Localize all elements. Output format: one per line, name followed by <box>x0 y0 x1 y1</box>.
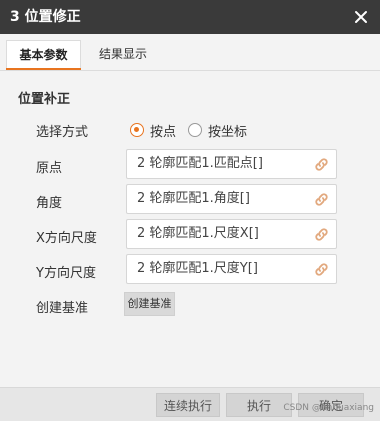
angle-label: 角度 <box>36 196 63 211</box>
x-scale-label: X方向尺度 <box>36 231 97 246</box>
create-base-label: 创建基准 <box>36 301 89 316</box>
radio-by-coordinate[interactable]: 按坐标 <box>188 120 247 140</box>
link-icon[interactable] <box>313 226 330 243</box>
radio-unchecked-icon <box>188 123 202 137</box>
tab-result-display[interactable]: 结果显示 <box>88 40 158 70</box>
title-bar: 3 位置修正 <box>0 0 380 34</box>
watermark: CSDN @hhhuaxiang <box>283 403 374 413</box>
select-mode-label: 选择方式 <box>36 125 89 140</box>
origin-field[interactable]: 2 轮廓匹配1.匹配点[] <box>126 149 337 179</box>
angle-value: 2 轮廓匹配1.角度[] <box>137 191 250 206</box>
angle-field[interactable]: 2 轮廓匹配1.角度[] <box>126 184 337 214</box>
origin-value: 2 轮廓匹配1.匹配点[] <box>137 156 263 171</box>
y-scale-label: Y方向尺度 <box>36 266 96 281</box>
tab-bar: 基本参数 结果显示 <box>0 34 380 71</box>
close-button[interactable] <box>350 6 372 28</box>
continuous-run-button[interactable]: 连续执行 <box>156 393 220 417</box>
link-icon[interactable] <box>313 261 330 278</box>
link-icon[interactable] <box>313 191 330 208</box>
radio-by-point[interactable]: 按点 <box>130 120 176 140</box>
radio-checked-icon <box>130 123 144 137</box>
radio-by-point-label: 按点 <box>150 124 177 140</box>
window-title: 3 位置修正 <box>10 9 81 25</box>
create-base-button[interactable]: 创建基准 <box>124 292 175 316</box>
x-scale-field[interactable]: 2 轮廓匹配1.尺度X[] <box>126 219 337 249</box>
y-scale-field[interactable]: 2 轮廓匹配1.尺度Y[] <box>126 254 337 284</box>
x-scale-value: 2 轮廓匹配1.尺度X[] <box>137 226 259 241</box>
run-button[interactable]: 执行 <box>226 393 292 417</box>
tab-basic-params[interactable]: 基本参数 <box>6 40 81 70</box>
radio-by-coordinate-label: 按坐标 <box>208 124 248 140</box>
link-icon[interactable] <box>313 156 330 173</box>
section-title: 位置补正 <box>18 92 71 107</box>
y-scale-value: 2 轮廓匹配1.尺度Y[] <box>137 261 258 276</box>
origin-label: 原点 <box>36 161 63 176</box>
close-icon <box>355 11 367 23</box>
